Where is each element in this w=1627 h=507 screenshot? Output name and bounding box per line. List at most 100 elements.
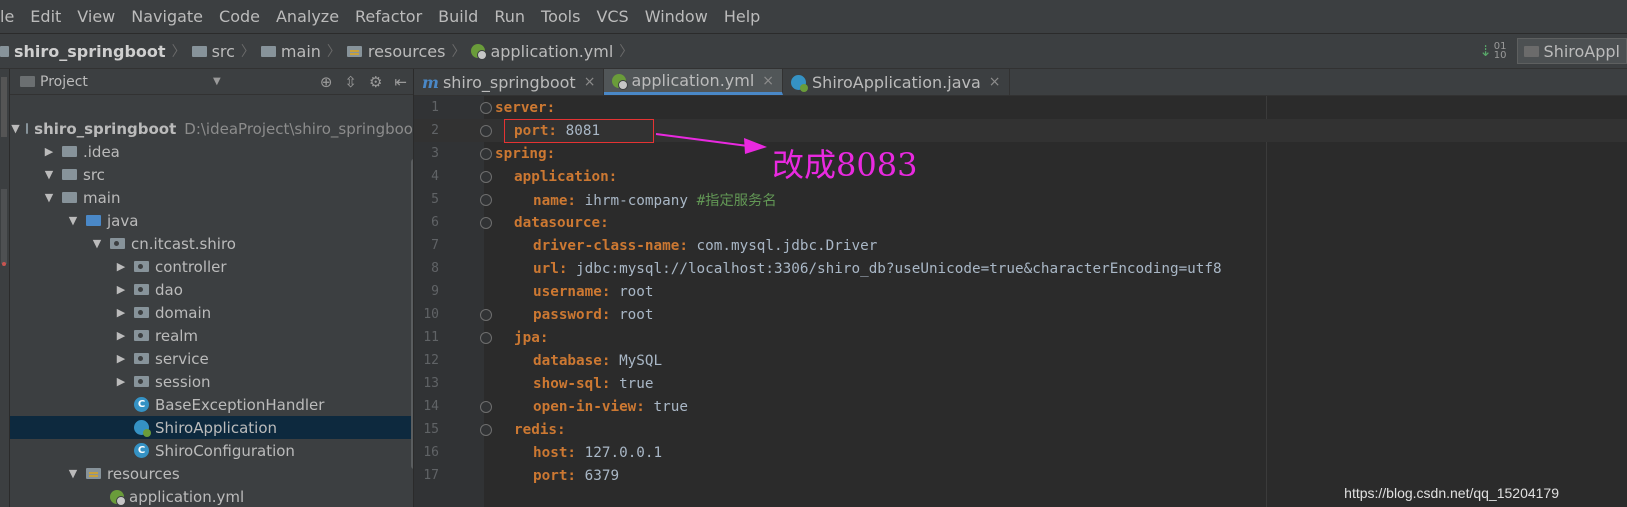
- line-number: 2: [431, 123, 439, 138]
- collapsed-arrow-icon[interactable]: ▶: [114, 260, 128, 273]
- tree-item-java[interactable]: ▼ java: [10, 209, 413, 232]
- code-line[interactable]: 7 driver-class-name: com.mysql.jdbc.Drive…: [414, 234, 1627, 257]
- code-line[interactable]: 11 jpa:: [414, 326, 1627, 349]
- tab-shiro-springboot[interactable]: m shiro_springboot ×: [414, 69, 605, 95]
- breadcrumb-resources[interactable]: resources 〉: [346, 41, 472, 61]
- fold-marker-icon[interactable]: [480, 423, 492, 436]
- fold-marker-icon[interactable]: [480, 147, 492, 160]
- menu-item-le[interactable]: le: [0, 7, 14, 26]
- tree-item-resources[interactable]: ▼ resources: [10, 462, 413, 485]
- collapsed-arrow-icon[interactable]: ▶: [114, 375, 128, 388]
- close-icon[interactable]: ×: [584, 74, 596, 90]
- code-line[interactable]: 10 password: root: [414, 303, 1627, 326]
- code-line[interactable]: 16 host: 127.0.0.1: [414, 441, 1627, 464]
- tree-item-cn-itcast-shiro[interactable]: ▼ cn.itcast.shiro: [10, 232, 413, 255]
- gear-icon[interactable]: ⚙: [369, 73, 382, 91]
- menu-item-view[interactable]: View: [77, 7, 115, 26]
- breadcrumb-src[interactable]: src 〉: [191, 41, 261, 61]
- tree-item-main[interactable]: ▼ main: [10, 186, 413, 209]
- project-panel-title[interactable]: Project: [40, 74, 88, 90]
- code-line[interactable]: 17 port: 6379: [414, 464, 1627, 487]
- code-line[interactable]: 3 spring:: [414, 142, 1627, 165]
- fold-marker-icon[interactable]: [480, 124, 492, 137]
- project-icon: [20, 76, 35, 87]
- breadcrumb-file[interactable]: application.yml 〉: [471, 41, 639, 61]
- tree-item-domain[interactable]: ▶ domain: [10, 301, 413, 324]
- tree-item-src[interactable]: ▼ src: [10, 163, 413, 186]
- code-line[interactable]: 6 datasource:: [414, 211, 1627, 234]
- chevron-down-icon[interactable]: ▼: [213, 76, 221, 87]
- collapsed-arrow-icon[interactable]: ▶: [114, 283, 128, 296]
- menu-item-analyze[interactable]: Analyze: [276, 7, 339, 26]
- code-line[interactable]: 15 redis:: [414, 418, 1627, 441]
- code-editor[interactable]: 1 server: 2 port: 8081 3 spring: 4 application:…: [414, 96, 1627, 507]
- tree-item-dao[interactable]: ▶ dao: [10, 278, 413, 301]
- project-tool-icon[interactable]: [1, 77, 7, 137]
- tree-item-session[interactable]: ▶ session: [10, 370, 413, 393]
- tree-item--idea[interactable]: ▶ .idea: [10, 140, 413, 163]
- hide-icon[interactable]: ⇤: [394, 73, 407, 91]
- tree-item-shiroapplication[interactable]: ShiroApplication: [10, 416, 413, 439]
- tree-item-realm[interactable]: ▶ realm: [10, 324, 413, 347]
- menu-item-navigate[interactable]: Navigate: [131, 7, 203, 26]
- fold-marker-icon[interactable]: [480, 193, 492, 206]
- run-configuration-select[interactable]: ShiroAppl: [1516, 38, 1627, 64]
- vcs-update-icon[interactable]: ⇣: [1479, 42, 1492, 60]
- expanded-arrow-icon[interactable]: ▼: [90, 237, 104, 250]
- code-line[interactable]: 14 open-in-view: true: [414, 395, 1627, 418]
- menu-item-edit[interactable]: Edit: [30, 7, 61, 26]
- fold-marker-icon[interactable]: [480, 331, 492, 344]
- code-line[interactable]: 1 server:: [414, 96, 1627, 119]
- menu-item-code[interactable]: Code: [219, 7, 260, 26]
- breadcrumb-main[interactable]: main 〉: [260, 41, 347, 61]
- tool-window-strip[interactable]: [0, 69, 10, 507]
- sort-icon[interactable]: 01 10: [1494, 42, 1507, 61]
- code-line[interactable]: 12 database: MySQL: [414, 349, 1627, 372]
- collapsed-arrow-icon[interactable]: ▶: [114, 352, 128, 365]
- collapse-all-icon[interactable]: ⇳: [344, 73, 357, 91]
- menu-item-run[interactable]: Run: [494, 7, 525, 26]
- menu-item-refactor[interactable]: Refactor: [355, 7, 422, 26]
- code-line[interactable]: 4 application:: [414, 165, 1627, 188]
- fold-marker-icon[interactable]: [480, 170, 492, 183]
- menu-item-tools[interactable]: Tools: [541, 7, 580, 26]
- menu-item-window[interactable]: Window: [645, 7, 708, 26]
- tree-item-application-yml[interactable]: application.yml: [10, 485, 413, 507]
- close-icon[interactable]: ×: [762, 73, 774, 89]
- code-line[interactable]: 5 name: ihrm-company #指定服务名: [414, 188, 1627, 211]
- fold-marker-icon[interactable]: [480, 216, 492, 229]
- vertical-scrollbar[interactable]: [411, 159, 413, 469]
- code-text: datasource:: [514, 215, 609, 231]
- tree-item-baseexceptionhandler[interactable]: C BaseExceptionHandler: [10, 393, 413, 416]
- tree-item-controller[interactable]: ▶ controller: [10, 255, 413, 278]
- yaml-key: application:: [514, 168, 618, 185]
- expanded-arrow-icon[interactable]: ▼: [42, 191, 56, 204]
- expanded-arrow-icon[interactable]: ▼: [11, 122, 19, 135]
- locate-icon[interactable]: ⊕: [320, 73, 333, 91]
- collapsed-arrow-icon[interactable]: ▶: [114, 306, 128, 319]
- expanded-arrow-icon[interactable]: ▼: [66, 467, 80, 480]
- tree-item-service[interactable]: ▶ service: [10, 347, 413, 370]
- fold-marker-icon[interactable]: [480, 308, 492, 321]
- structure-tool-icon[interactable]: [1, 189, 7, 264]
- menu-item-vcs[interactable]: VCS: [596, 7, 628, 26]
- yaml-key: username:: [533, 283, 611, 300]
- tab-shiroapplication-java[interactable]: ShiroApplication.java ×: [783, 69, 1010, 95]
- code-line[interactable]: 9 username: root: [414, 280, 1627, 303]
- menu-item-build[interactable]: Build: [438, 7, 478, 26]
- expanded-arrow-icon[interactable]: ▼: [42, 168, 56, 181]
- fold-marker-icon[interactable]: [480, 101, 492, 114]
- code-line[interactable]: 8 url: jdbc:mysql://localhost:3306/shiro_…: [414, 257, 1627, 280]
- yaml-value: jdbc:mysql://localhost:3306/shiro_db?use…: [567, 260, 1222, 277]
- code-line[interactable]: 13 show-sql: true: [414, 372, 1627, 395]
- breadcrumb-project[interactable]: shiro_springboot 〉: [0, 41, 192, 61]
- menu-item-help[interactable]: Help: [724, 7, 760, 26]
- tree-item-shiroconfiguration[interactable]: C ShiroConfiguration: [10, 439, 413, 462]
- expanded-arrow-icon[interactable]: ▼: [66, 214, 80, 227]
- collapsed-arrow-icon[interactable]: ▶: [42, 145, 56, 158]
- fold-marker-icon[interactable]: [480, 400, 492, 413]
- close-icon[interactable]: ×: [989, 74, 1001, 90]
- tab-application-yml[interactable]: application.yml ×: [604, 69, 784, 95]
- tree-item-shiro-springboot[interactable]: ▼ shiro_springboot D:\ideaProject\shiro_sp…: [10, 117, 413, 140]
- collapsed-arrow-icon[interactable]: ▶: [114, 329, 128, 342]
